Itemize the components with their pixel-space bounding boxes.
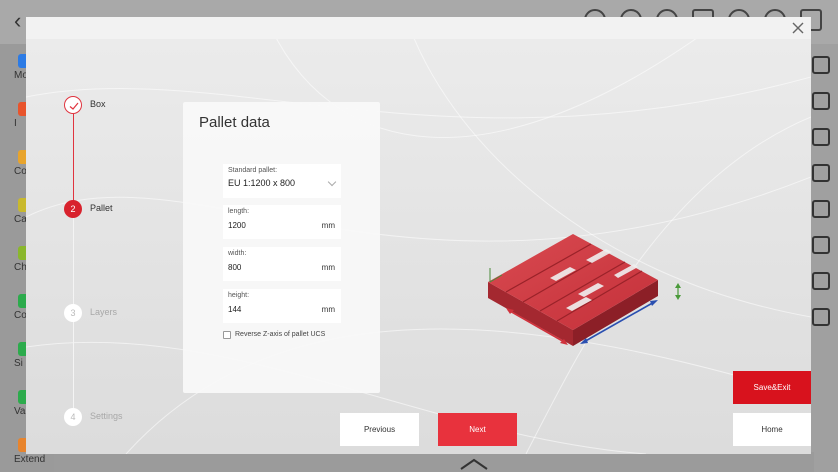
app-bottom-bar bbox=[54, 452, 814, 472]
toolbar-save-icon[interactable] bbox=[812, 92, 830, 110]
step-settings[interactable]: 4 Settings bbox=[64, 408, 184, 428]
step-number: 4 bbox=[64, 408, 82, 426]
field-value[interactable]: 144 bbox=[228, 305, 241, 314]
app-right-toolbar bbox=[808, 44, 838, 472]
field-value[interactable]: 1200 bbox=[228, 221, 246, 230]
length-field[interactable]: length: 1200 mm bbox=[223, 205, 341, 239]
step-label: Box bbox=[90, 99, 106, 109]
home-button[interactable]: Home bbox=[733, 413, 811, 446]
field-label: height: bbox=[228, 292, 250, 299]
step-pallet[interactable]: 2 Pallet bbox=[64, 200, 184, 220]
width-field[interactable]: width: 800 mm bbox=[223, 247, 341, 281]
field-label: width: bbox=[228, 250, 247, 257]
sidebar-item-label: Co bbox=[14, 166, 27, 177]
step-layers[interactable]: 3 Layers bbox=[64, 304, 184, 324]
card-title: Pallet data bbox=[199, 114, 270, 131]
next-button[interactable]: Next bbox=[438, 413, 517, 446]
check-icon bbox=[64, 96, 82, 114]
pallet-3d-illustration bbox=[488, 234, 681, 346]
close-icon[interactable] bbox=[790, 20, 806, 36]
field-value: EU 1:1200 x 800 bbox=[228, 178, 296, 188]
step-number: 2 bbox=[64, 200, 82, 218]
step-label: Layers bbox=[90, 307, 118, 317]
field-unit: mm bbox=[321, 263, 335, 272]
pallet-wizard-dialog: Box 2 Pallet 3 Layers 4 Settings Pallet … bbox=[26, 17, 811, 454]
toolbar-edit-icon[interactable] bbox=[812, 200, 830, 218]
previous-button[interactable]: Previous bbox=[340, 413, 419, 446]
chevron-up-icon[interactable] bbox=[459, 458, 489, 470]
standard-pallet-select[interactable]: Standard pallet: EU 1:1200 x 800 bbox=[223, 164, 341, 198]
field-unit: mm bbox=[321, 221, 335, 230]
stepper-line-done bbox=[73, 114, 74, 210]
reverse-z-label: Reverse Z-axis of pallet UCS bbox=[235, 331, 326, 338]
sidebar-item-label: I bbox=[14, 118, 17, 129]
toolbar-video-icon[interactable] bbox=[812, 236, 830, 254]
step-label: Pallet bbox=[90, 203, 113, 213]
toolbar-add-icon[interactable] bbox=[812, 56, 830, 74]
chevron-down-icon bbox=[327, 177, 337, 187]
step-number: 3 bbox=[64, 304, 82, 322]
field-label: Standard pallet: bbox=[228, 167, 278, 174]
step-label: Settings bbox=[90, 411, 123, 421]
step-box[interactable]: Box bbox=[64, 96, 184, 116]
toolbar-copy-icon[interactable] bbox=[812, 272, 830, 290]
sidebar-item-label: Extend bbox=[14, 454, 46, 465]
sidebar-item-label: Co bbox=[14, 310, 27, 321]
sidebar-item-label: Si bbox=[14, 358, 23, 369]
pallet-data-card: Pallet data Standard pallet: EU 1:1200 x… bbox=[183, 102, 380, 393]
reverse-z-checkbox[interactable] bbox=[223, 331, 231, 339]
toolbar-image-icon[interactable] bbox=[812, 308, 830, 326]
field-unit: mm bbox=[321, 305, 335, 314]
save-exit-button[interactable]: Save&Exit bbox=[733, 371, 811, 404]
toolbar-folder-icon[interactable] bbox=[812, 164, 830, 182]
toolbar-export-icon[interactable] bbox=[812, 128, 830, 146]
dialog-header bbox=[26, 17, 811, 39]
field-value[interactable]: 800 bbox=[228, 263, 241, 272]
field-label: length: bbox=[228, 208, 250, 215]
height-field[interactable]: height: 144 mm bbox=[223, 289, 341, 323]
